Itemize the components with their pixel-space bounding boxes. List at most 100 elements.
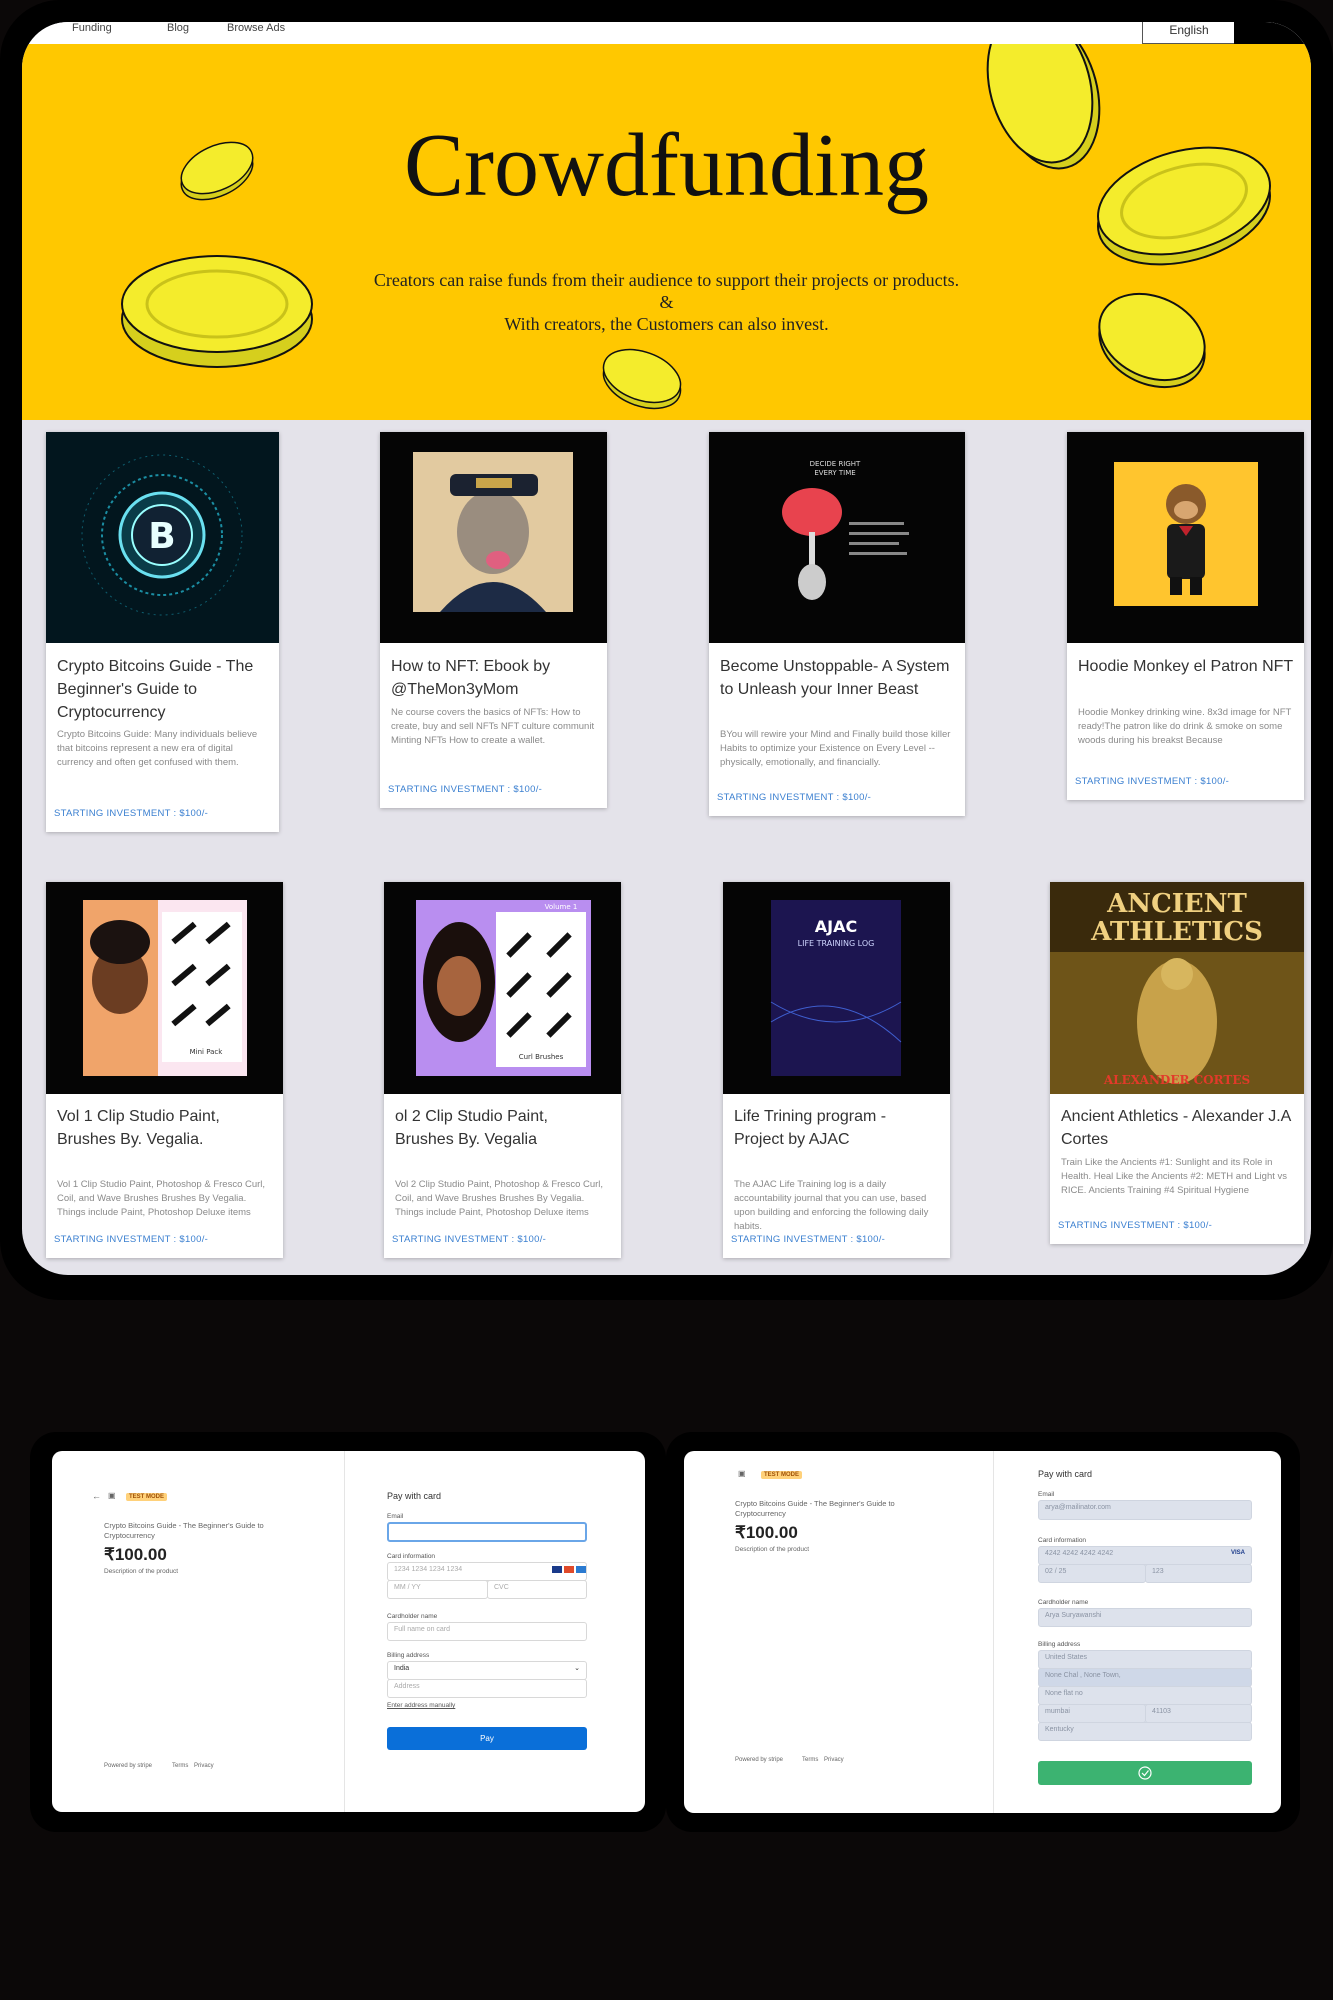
product-name: Crypto Bitcoins Guide - The Beginner's G… (735, 1499, 895, 1518)
enter-address-manually-link[interactable]: Enter address manually (387, 1702, 455, 1709)
project-card[interactable]: Volume 1 Curl Brushes ol 2 Clip Studio P… (384, 882, 621, 1258)
card-label: Card information (1038, 1537, 1087, 1544)
ancient-title: ANCIENT (1106, 889, 1247, 919)
card-title[interactable]: Become Unstoppable- A System to Unleash … (720, 655, 955, 701)
hero-subtitle-amp: & (659, 292, 674, 312)
cardholder-field[interactable]: Full name on card (387, 1622, 587, 1641)
product-price: ₹100.00 (735, 1523, 798, 1542)
project-card[interactable]: DECIDE RIGHT EVERY TIME Become Unstoppab… (709, 432, 965, 816)
terms-link[interactable]: Terms (172, 1763, 188, 1769)
brushes-vol1-image: Mini Pack (46, 882, 283, 1094)
project-card[interactable]: AJAC LIFE TRAINING LOG Life Trining prog… (723, 882, 950, 1258)
ajac-image: AJAC LIFE TRAINING LOG (723, 882, 950, 1094)
top-navigation: Funding Blog Browse Ads English (22, 22, 1311, 46)
cvc-field[interactable]: CVC (487, 1580, 587, 1599)
address-line2-field[interactable]: None flat no (1038, 1686, 1252, 1705)
cvc-field[interactable]: 123 (1145, 1564, 1252, 1583)
city-field[interactable]: mumbai (1038, 1704, 1146, 1723)
test-mode-badge: TEST MODE (126, 1493, 168, 1501)
email-value: arya@mailinator.com (1045, 1504, 1111, 1511)
card-description: Hoodie Monkey drinking wine. 8x3d image … (1078, 707, 1292, 746)
cardholder-field[interactable]: Arya Suryawanshi (1038, 1608, 1252, 1627)
expiry-field[interactable]: MM / YY (387, 1580, 488, 1599)
language-button[interactable]: English (1142, 22, 1236, 44)
card-description: Train Like the Ancients #1: Sunlight and… (1061, 1157, 1288, 1196)
billing-label: Billing address (1038, 1641, 1081, 1648)
cvc-value: 123 (1152, 1568, 1164, 1575)
nav-blog-link[interactable]: Blog (167, 22, 189, 34)
card-title[interactable]: Hoodie Monkey el Patron NFT (1078, 655, 1294, 678)
city-value: mumbai (1045, 1708, 1070, 1715)
email-label: Email (387, 1513, 404, 1520)
project-card[interactable]: Mini Pack Vol 1 Clip Studio Paint, Brush… (46, 882, 283, 1258)
brain-header: DECIDE RIGHT (810, 460, 861, 468)
nav-browse-link[interactable]: Browse Ads (227, 22, 285, 34)
card-title[interactable]: How to NFT: Ebook by @TheMon3yMom (391, 655, 597, 701)
stripe-checkout-empty: ← ▣ TEST MODE Crypto Bitcoins Guide - Th… (52, 1451, 645, 1812)
address-line1-field[interactable]: None Chal , None Town, (1038, 1668, 1252, 1687)
ajac-subtitle: LIFE TRAINING LOG (798, 939, 875, 948)
coin-icon (602, 348, 682, 410)
brain-header: EVERY TIME (814, 469, 855, 477)
project-card[interactable]: B Crypto Bitcoins Guide - The Beginner's… (46, 432, 279, 832)
email-field[interactable] (387, 1522, 587, 1542)
chevron-down-icon: ⌄ (574, 1665, 580, 1672)
project-card[interactable]: Hoodie Monkey el Patron NFT Hoodie Monke… (1067, 432, 1304, 800)
country-select[interactable]: United States (1038, 1650, 1252, 1669)
privacy-link[interactable]: Privacy (194, 1763, 214, 1769)
email-field[interactable]: arya@mailinator.com (1038, 1500, 1252, 1520)
zip-field[interactable]: 41103 (1145, 1704, 1252, 1723)
brain-image: DECIDE RIGHT EVERY TIME (709, 432, 965, 643)
hero-subtitle-line: Creators can raise funds from their audi… (373, 270, 960, 290)
card-title[interactable]: Vol 1 Clip Studio Paint, Brushes By. Veg… (57, 1105, 273, 1151)
country-value: United States (1045, 1654, 1088, 1661)
product-description: Description of the product (735, 1546, 810, 1553)
expiry-field[interactable]: 02 / 25 (1038, 1564, 1146, 1583)
stripe-checkout-filled: ▣ TEST MODE Crypto Bitcoins Guide - The … (684, 1451, 1281, 1813)
pay-button[interactable]: Pay (387, 1727, 587, 1750)
checkout-device-right: ▣ TEST MODE Crypto Bitcoins Guide - The … (666, 1432, 1300, 1832)
card-title[interactable]: ol 2 Clip Studio Paint, Brushes By. Vega… (395, 1105, 611, 1151)
card-description: Vol 2 Clip Studio Paint, Photoshop & Fre… (395, 1179, 604, 1218)
powered-by-stripe: Powered by stripe (104, 1763, 153, 1769)
hero-subtitle: Creators can raise funds from their audi… (22, 269, 1311, 335)
state-value: Kentucky (1045, 1726, 1074, 1733)
card-description: Vol 1 Clip Studio Paint, Photoshop & Fre… (57, 1179, 266, 1218)
cardholder-value: Arya Suryawanshi (1045, 1612, 1102, 1619)
visa-icon: VISA (1230, 1550, 1245, 1556)
back-arrow-icon[interactable]: ← (92, 1491, 101, 1501)
card-investment: STARTING INVESTMENT : $100/- (1058, 1220, 1213, 1231)
address-line1-value: None Chal , None Town, (1045, 1672, 1121, 1679)
card-description: The AJAC Life Training log is a daily ac… (734, 1179, 929, 1232)
privacy-link[interactable]: Privacy (824, 1757, 844, 1763)
country-select[interactable]: India ⌄ (387, 1661, 587, 1680)
terms-link[interactable]: Terms (802, 1757, 818, 1763)
card-number-field[interactable]: 4242 4242 4242 4242 VISA (1038, 1546, 1252, 1565)
zip-value: 41103 (1152, 1708, 1171, 1715)
product-name: Crypto Bitcoins Guide - The Beginner's G… (104, 1521, 264, 1540)
ape-nft-image (380, 432, 607, 643)
visa-icon (552, 1566, 562, 1573)
hero-title: Crowdfunding (404, 116, 929, 215)
card-investment: STARTING INVESTMENT : $100/- (54, 808, 209, 819)
menu-area (1234, 22, 1311, 44)
card-title[interactable]: Crypto Bitcoins Guide - The Beginner's G… (57, 655, 269, 724)
address-field[interactable]: Address (387, 1679, 587, 1698)
cvc-placeholder: CVC (494, 1584, 509, 1591)
expiry-placeholder: MM / YY (394, 1584, 421, 1591)
state-field[interactable]: Kentucky (1038, 1722, 1252, 1741)
project-card[interactable]: ANCIENT ATHLETICS ALEXANDER CORTES Ancie… (1050, 882, 1304, 1244)
checkout-device-left: ← ▣ TEST MODE Crypto Bitcoins Guide - Th… (30, 1432, 666, 1832)
curl-brushes-label: Curl Brushes (519, 1053, 564, 1061)
store-icon: ▣ (108, 1491, 116, 1500)
nav-funding-link[interactable]: Funding (72, 22, 112, 34)
payment-success-button[interactable] (1038, 1761, 1252, 1785)
project-card[interactable]: How to NFT: Ebook by @TheMon3yMom Ne cou… (380, 432, 607, 808)
address-placeholder: Address (394, 1683, 420, 1690)
card-title[interactable]: Life Trining program - Project by AJAC (734, 1105, 940, 1151)
card-label: Card information (387, 1553, 436, 1560)
address-line2-value: None flat no (1045, 1690, 1083, 1697)
card-number-value: 4242 4242 4242 4242 (1045, 1550, 1114, 1557)
card-title[interactable]: Ancient Athletics - Alexander J.A Cortes (1061, 1105, 1294, 1151)
powered-by-stripe: Powered by stripe (735, 1757, 784, 1763)
